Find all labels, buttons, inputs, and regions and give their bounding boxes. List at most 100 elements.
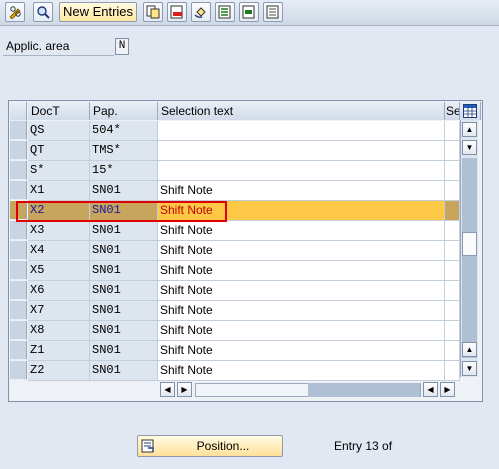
row-selector[interactable] [10, 361, 27, 380]
row-selector[interactable] [10, 141, 27, 160]
delete-icon[interactable] [167, 2, 187, 22]
applic-area-field[interactable]: N [115, 38, 129, 55]
se-cell[interactable] [445, 361, 460, 381]
paper-cell[interactable]: SN01 [90, 181, 158, 201]
vertical-scrollbar[interactable]: ▲ ▼ ▲ ▼ [460, 120, 478, 377]
doc-type-cell[interactable]: X8 [28, 321, 90, 341]
copy-icon[interactable] [143, 2, 163, 22]
scroll-up-icon[interactable]: ▲ [462, 122, 477, 137]
scroll-page-up-icon[interactable]: ▲ [462, 342, 477, 357]
paper-cell[interactable]: SN01 [90, 281, 158, 301]
table-settings-icon[interactable] [460, 102, 481, 120]
table-row[interactable]: X2 SN01 Shift Note [28, 201, 460, 221]
doc-type-cell[interactable]: X1 [28, 181, 90, 201]
doc-type-cell[interactable]: X3 [28, 221, 90, 241]
selection-text-cell[interactable]: Shift Note [158, 241, 445, 261]
display-icon[interactable] [33, 2, 53, 22]
scroll-left-icon[interactable]: ◀ [160, 382, 175, 397]
edit-glasses-icon[interactable] [5, 2, 25, 22]
table-row[interactable]: S* 15* [28, 161, 460, 181]
horizontal-scroll-thumb[interactable] [308, 383, 420, 397]
se-cell[interactable] [445, 221, 460, 241]
table-row[interactable]: X7 SN01 Shift Note [28, 301, 460, 321]
paper-cell[interactable]: 504* [90, 121, 158, 141]
paper-cell[interactable]: TMS* [90, 141, 158, 161]
se-cell[interactable] [445, 201, 460, 221]
paper-cell[interactable]: SN01 [90, 341, 158, 361]
se-cell[interactable] [445, 161, 460, 181]
selection-text-cell[interactable]: Shift Note [158, 341, 445, 361]
position-button[interactable]: Position... [137, 435, 283, 457]
table-row[interactable]: X6 SN01 Shift Note [28, 281, 460, 301]
doc-type-cell[interactable]: S* [28, 161, 90, 181]
selection-text-cell[interactable]: Shift Note [158, 181, 445, 201]
se-cell[interactable] [445, 121, 460, 141]
paper-cell[interactable]: SN01 [90, 261, 158, 281]
row-selector[interactable] [10, 181, 27, 200]
row-selector[interactable] [10, 301, 27, 320]
paper-cell[interactable]: 15* [90, 161, 158, 181]
vertical-scroll-thumb[interactable] [462, 232, 477, 256]
selection-text-cell[interactable]: Shift Note [158, 201, 445, 221]
scroll-right-step-icon[interactable]: ▶ [177, 382, 192, 397]
row-selector[interactable] [10, 161, 27, 180]
doc-type-cell[interactable]: X2 [28, 201, 90, 221]
selection-text-cell[interactable]: Shift Note [158, 361, 445, 381]
column-header-se[interactable]: Se [445, 102, 460, 120]
row-selector[interactable] [10, 341, 27, 360]
table-row[interactable]: Z1 SN01 Shift Note [28, 341, 460, 361]
column-header-selection-text[interactable]: Selection text [158, 102, 445, 120]
vertical-scroll-track[interactable] [462, 158, 477, 358]
selection-text-cell[interactable]: Shift Note [158, 261, 445, 281]
paper-cell[interactable]: SN01 [90, 201, 158, 221]
deselect-all-icon[interactable] [263, 2, 283, 22]
doc-type-cell[interactable]: Z1 [28, 341, 90, 361]
new-entries-button[interactable]: New Entries [59, 2, 137, 22]
doc-type-cell[interactable]: X6 [28, 281, 90, 301]
scroll-down-icon[interactable]: ▼ [462, 361, 477, 376]
selection-text-cell[interactable]: Shift Note [158, 301, 445, 321]
se-cell[interactable] [445, 321, 460, 341]
doc-type-cell[interactable]: X4 [28, 241, 90, 261]
doc-type-cell[interactable]: Z2 [28, 361, 90, 381]
selection-text-cell[interactable] [158, 121, 445, 141]
selection-text-cell[interactable]: Shift Note [158, 321, 445, 341]
table-row[interactable]: QS 504* [28, 121, 460, 141]
table-row[interactable]: X8 SN01 Shift Note [28, 321, 460, 341]
scroll-page-down-icon[interactable]: ▼ [462, 140, 477, 155]
se-cell[interactable] [445, 281, 460, 301]
doc-type-cell[interactable]: QT [28, 141, 90, 161]
se-cell[interactable] [445, 181, 460, 201]
row-selector[interactable] [10, 221, 27, 240]
selection-text-cell[interactable] [158, 141, 445, 161]
select-block-icon[interactable] [239, 2, 259, 22]
paper-cell[interactable]: SN01 [90, 221, 158, 241]
doc-type-cell[interactable]: QS [28, 121, 90, 141]
row-selector[interactable] [10, 321, 27, 340]
paper-cell[interactable]: SN01 [90, 361, 158, 381]
doc-type-cell[interactable]: X7 [28, 301, 90, 321]
scroll-left-end-icon[interactable]: ◀ [423, 382, 438, 397]
se-cell[interactable] [445, 341, 460, 361]
row-selector[interactable] [10, 121, 27, 140]
scroll-right-icon[interactable]: ▶ [440, 382, 455, 397]
selection-text-cell[interactable]: Shift Note [158, 281, 445, 301]
table-row[interactable]: QT TMS* [28, 141, 460, 161]
select-all-rows-button[interactable] [10, 102, 27, 121]
table-row[interactable]: Z2 SN01 Shift Note [28, 361, 460, 381]
se-cell[interactable] [445, 301, 460, 321]
selection-text-cell[interactable]: Shift Note [158, 221, 445, 241]
paper-cell[interactable]: SN01 [90, 301, 158, 321]
row-selector[interactable] [10, 261, 27, 280]
horizontal-scrollbar[interactable]: ◀ ▶ ◀ ▶ [158, 382, 458, 398]
se-cell[interactable] [445, 141, 460, 161]
doc-type-cell[interactable]: X5 [28, 261, 90, 281]
row-selector[interactable] [10, 201, 27, 220]
paper-cell[interactable]: SN01 [90, 241, 158, 261]
table-row[interactable]: X3 SN01 Shift Note [28, 221, 460, 241]
column-header-pap[interactable]: Pap. [90, 102, 158, 120]
undo-icon[interactable] [191, 2, 211, 22]
column-header-doct[interactable]: DocT [28, 102, 90, 120]
table-row[interactable]: X4 SN01 Shift Note [28, 241, 460, 261]
paper-cell[interactable]: SN01 [90, 321, 158, 341]
